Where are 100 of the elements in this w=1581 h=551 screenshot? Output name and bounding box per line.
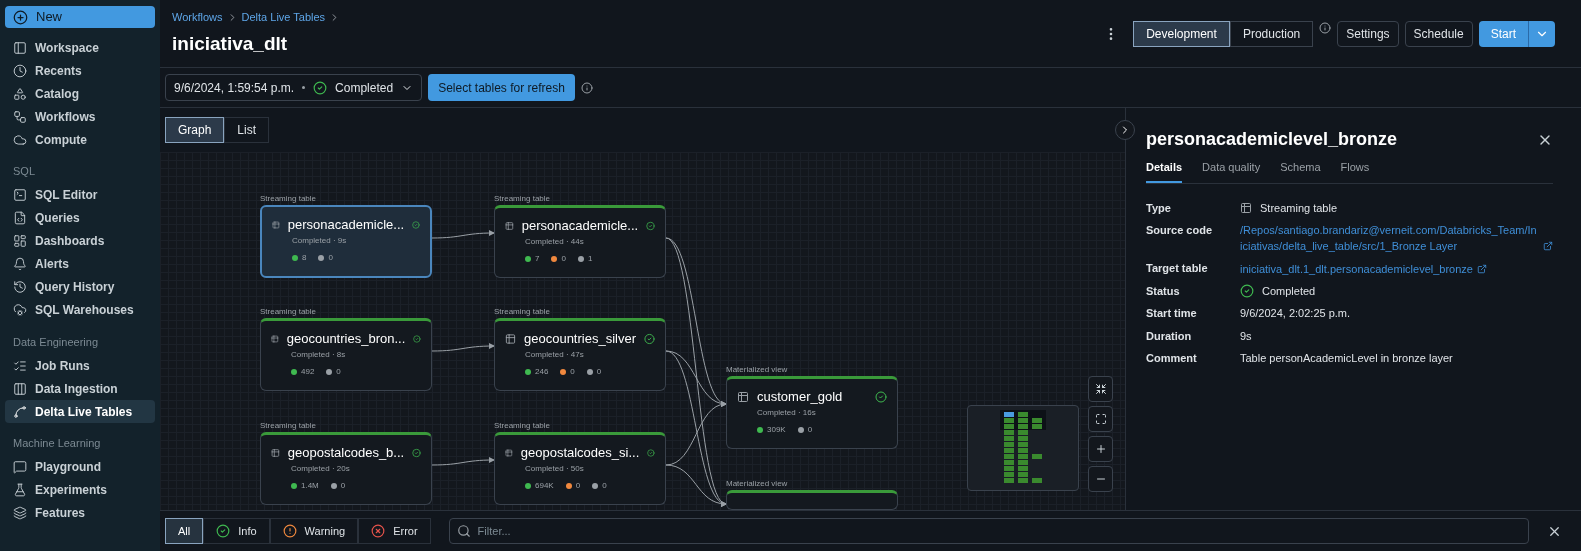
node-type-label: Materialized view [726,366,788,374]
sidebar-item[interactable]: Dashboards [5,229,155,253]
node-status: Completed · 47s [525,348,585,361]
sidebar-item[interactable]: SQL Editor [5,183,155,207]
sidebar-item[interactable]: Job Runs [5,354,155,377]
detail-link[interactable]: /Repos/santiago.brandariz@verneit.com/Databricks_Team/Iniciativas/delta_live_table/src/1_Bronze Layer [1240,222,1539,254]
node-name: customer_gold [757,388,843,406]
node-name: personacademicle... [287,216,405,234]
log-filter-tab[interactable]: Warning [269,518,359,544]
count-value: 1 [587,252,593,265]
count-value: 0 [328,251,333,264]
node-name: geocountries_silver [524,330,636,348]
node-type-label: Streaming table [260,195,317,203]
detail-label: Comment [1146,351,1198,366]
details-tab[interactable]: Schema [1280,159,1321,183]
detail-value: 9/6/2024, 2:02:25 p.m. [1240,306,1351,321]
count-value: 1.4M [301,479,319,492]
mode-tab[interactable]: Development [1133,20,1230,47]
table-node[interactable]: geocountries_silver Completed · 47s 246 0 0 [494,318,666,391]
detail-value: Streaming table [1260,200,1338,216]
view-tab[interactable]: List [224,117,270,143]
refresh-button[interactable]: Select tables for refresh [428,74,575,101]
section-title: Machine Learning [12,436,102,451]
details-tab[interactable]: Data quality [1202,159,1261,183]
detail-label: Duration [1146,328,1193,344]
run-selector[interactable]: 9/6/2024, 1:59:54 p.m. Completed [165,74,423,101]
node-type-label: Streaming table [260,422,317,430]
node-type-label: Streaming table [494,422,551,430]
table-node[interactable]: geopostalcodes_si... Completed · 50s 694K 0 0 [494,432,666,505]
filter-field[interactable]: Filter... [448,518,1529,544]
count-value: 8 [302,251,307,264]
node-status: Completed · 50s [525,462,585,475]
table-node[interactable]: geocountries_bron... Completed · 8s 492 0 [260,318,432,391]
log-filter-tab[interactable]: All [165,518,204,544]
count-value: 492 [301,365,315,378]
detail-label: Source code [1146,223,1214,238]
sidebar-item[interactable]: Workflows [5,105,155,128]
count-value: 246 [535,365,549,378]
action-button[interactable]: Schedule [1404,20,1473,47]
detail-value: 9s [1240,328,1252,344]
node-name: geopostalcodes_si... [520,444,640,462]
section-title: Data Engineering [12,334,99,350]
sidebar-item[interactable]: Delta Live Tables [5,400,155,423]
sidebar-item[interactable]: Features [5,501,155,525]
table-node[interactable]: personacademicle... Completed · 44s 7 0 1 [494,205,666,278]
detail-label: Start time [1146,306,1198,321]
table-node[interactable]: customer_gold Completed · 16s 309K 0 [726,376,898,449]
count-value: 0 [561,252,566,265]
section-title: SQL [12,164,36,179]
count-value: 0 [602,479,607,492]
node-type-label: Materialized view [726,480,788,488]
sidebar-item[interactable]: Queries [5,206,155,230]
sidebar-item[interactable]: Query History [5,275,155,299]
count-value: 694K [535,479,554,492]
sidebar-item[interactable]: Data Ingestion [5,377,155,400]
detail-value: Table personAcademicLevel in bronze layer [1240,351,1453,366]
log-filter-tab[interactable]: Error [358,518,431,544]
detail-value: Completed [1262,283,1316,299]
view-tab[interactable]: Graph [165,117,225,143]
sidebar-item[interactable]: Experiments [5,478,155,502]
mode-tab[interactable]: Production [1229,20,1314,47]
count-value: 0 [340,479,346,492]
log-filter-tab[interactable]: Info [203,518,270,544]
count-value: 0 [336,365,341,378]
breadcrumb-link[interactable]: Delta Live Tables [241,9,326,26]
details-tab[interactable]: Details [1146,159,1183,183]
sidebar-item[interactable]: Compute [5,128,155,151]
details-tab[interactable]: Flows [1340,159,1370,183]
table-node[interactable]: personacademicle... Completed · 9s 8 0 [260,205,432,278]
breadcrumb-link[interactable]: Workflows [172,9,223,26]
detail-label: Type [1146,200,1172,216]
node-type-label: Streaming table [494,308,551,316]
count-value: 309K [767,423,786,436]
node-type-label: Streaming table [260,308,317,316]
node-status: Completed · 16s [757,406,817,419]
count-value: 7 [535,252,540,265]
page-title: iniciativa_dlt [172,31,289,56]
sidebar-item[interactable]: Workspace [5,36,155,59]
node-type-label: Streaming table [494,195,551,203]
new-button[interactable]: New [5,6,155,28]
detail-label: Target table [1146,261,1209,276]
sidebar-item[interactable]: Catalog [5,82,155,105]
detail-label: Status [1146,283,1181,299]
node-status: Completed · 20s [291,462,351,475]
detail-link[interactable]: iniciativa_dlt.1_dlt.personacademiclevel_bronze [1240,260,1473,277]
sidebar-item[interactable]: Playground [5,455,155,479]
count-value: 0 [575,479,581,492]
sidebar-item[interactable]: Alerts [5,252,155,276]
action-button[interactable]: Settings [1337,20,1399,47]
count-value: 0 [596,365,602,378]
sidebar-item[interactable]: Recents [5,59,155,82]
details-title: personacademiclevel_bronze [1146,128,1398,151]
sidebar-item[interactable]: SQL Warehouses [5,298,155,322]
count-value: 0 [807,423,813,436]
node-status: Completed · 9s [292,234,348,247]
node-status: Completed · 8s [291,348,347,361]
node-name: personacademicle... [521,217,639,235]
node-name: geopostalcodes_b... [287,444,405,462]
node-status: Completed · 44s [525,235,585,248]
table-node[interactable]: geopostalcodes_b... Completed · 20s 1.4M 0 [260,432,432,505]
